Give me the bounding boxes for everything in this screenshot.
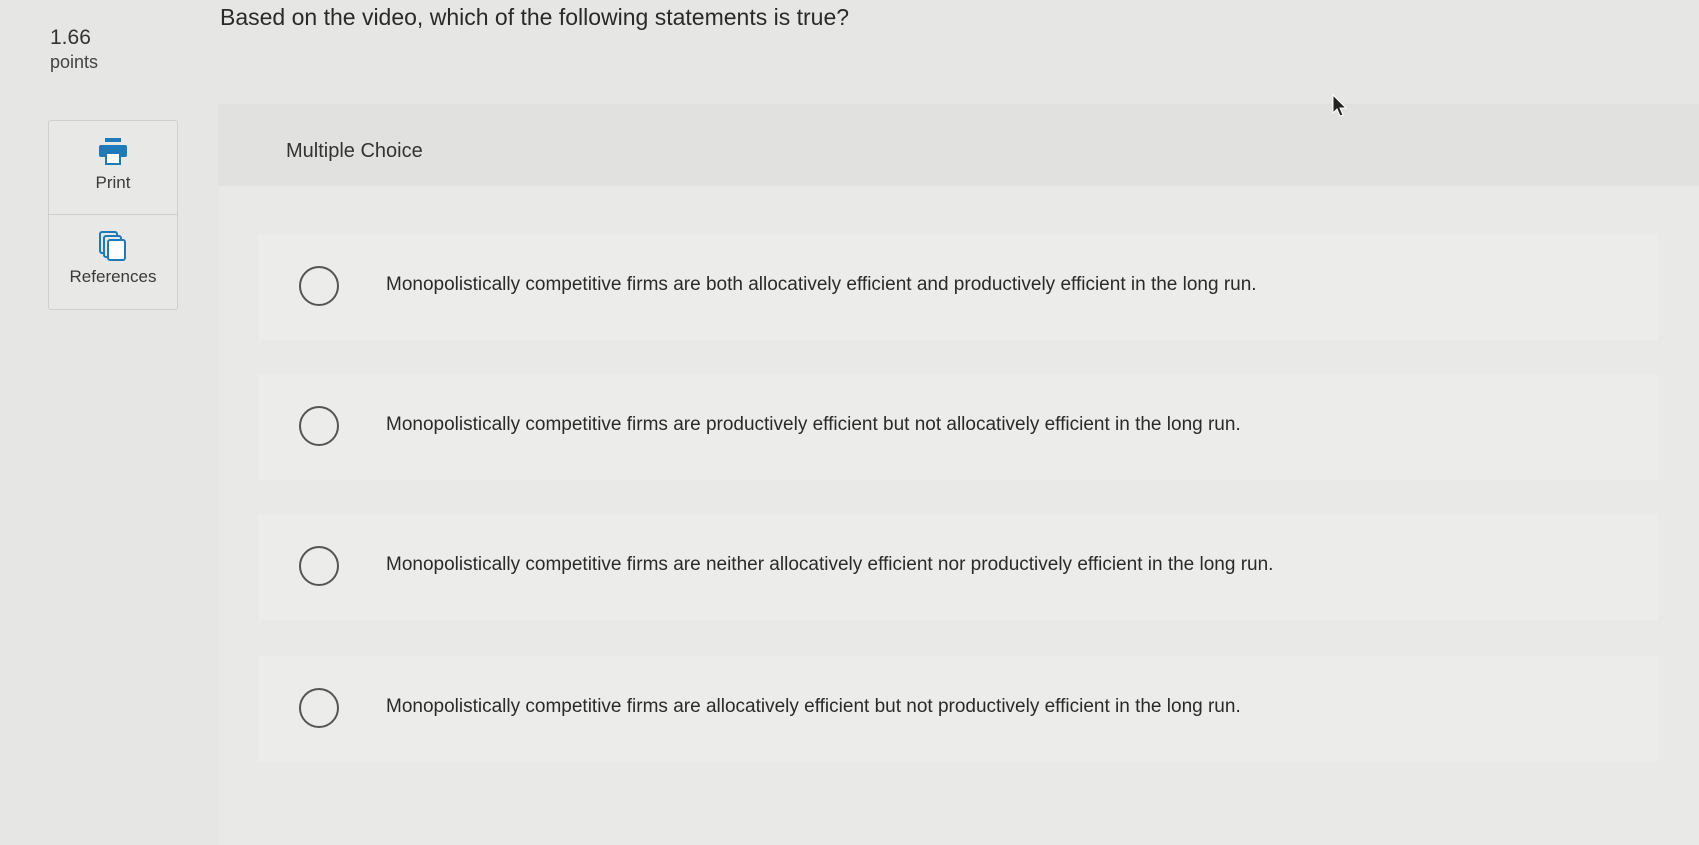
- choice-option[interactable]: Monopolistically competitive firms are p…: [258, 374, 1658, 480]
- points-value: 1.66: [50, 26, 91, 49]
- choice-text: Monopolistically competitive firms are b…: [386, 274, 1257, 295]
- print-label: Print: [95, 173, 131, 192]
- printer-icon: [97, 137, 129, 167]
- references-icon: [97, 231, 129, 261]
- choice-text: Monopolistically competitive firms are a…: [386, 696, 1241, 717]
- references-button[interactable]: References: [49, 215, 177, 308]
- choice-text: Monopolistically competitive firms are p…: [386, 414, 1241, 435]
- content-panel: Multiple Choice Monopolistically competi…: [218, 104, 1699, 845]
- radio-button[interactable]: [299, 546, 339, 586]
- choice-text: Monopolistically competitive firms are n…: [386, 554, 1274, 575]
- question-text: Based on the video, which of the followi…: [220, 4, 850, 30]
- radio-button[interactable]: [299, 688, 339, 728]
- radio-button[interactable]: [299, 406, 339, 446]
- references-label: References: [69, 267, 157, 286]
- tool-panel: Print References: [48, 120, 178, 310]
- radio-button[interactable]: [299, 266, 339, 306]
- choice-option[interactable]: Monopolistically competitive firms are a…: [258, 656, 1658, 762]
- mouse-cursor-icon: [1332, 93, 1348, 123]
- section-header: Multiple Choice: [218, 104, 1699, 186]
- choice-option[interactable]: Monopolistically competitive firms are n…: [258, 514, 1658, 620]
- choice-option[interactable]: Monopolistically competitive firms are b…: [258, 234, 1658, 340]
- points-label: points: [50, 52, 99, 72]
- print-button[interactable]: Print: [49, 121, 177, 215]
- section-title: Multiple Choice: [286, 140, 423, 162]
